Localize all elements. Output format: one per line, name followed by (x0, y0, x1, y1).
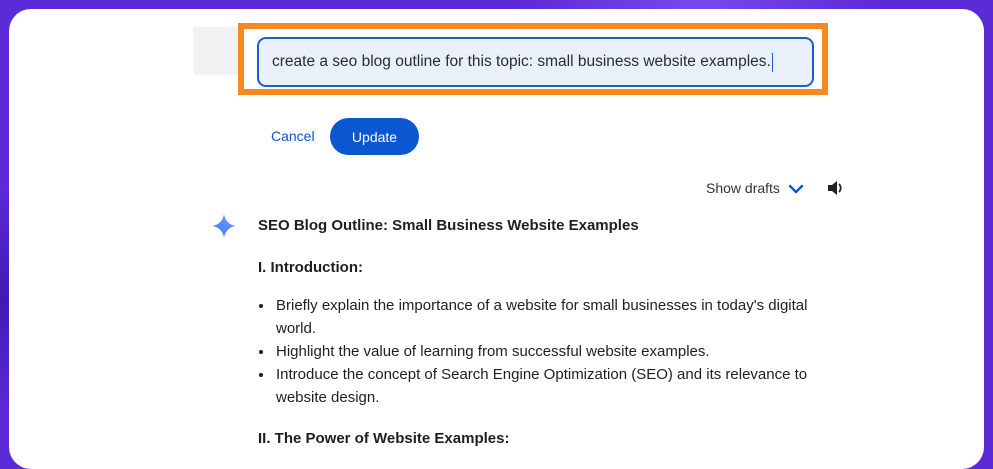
response-title: SEO Blog Outline: Small Business Website… (258, 217, 639, 234)
prompt-edit-field[interactable]: create a seo blog outline for this topic… (257, 37, 814, 87)
update-button[interactable]: Update (330, 118, 419, 155)
show-drafts-button[interactable]: Show drafts (706, 180, 780, 196)
sparkle-icon (212, 214, 236, 238)
text-caret (771, 52, 773, 72)
list-item: Briefly explain the importance of a webs… (274, 294, 834, 340)
list-item: Introduce the concept of Search Engine O… (274, 363, 834, 409)
cancel-button[interactable]: Cancel (271, 128, 315, 144)
chevron-down-icon[interactable] (788, 183, 804, 195)
list-item: Highlight the value of learning from suc… (274, 340, 834, 363)
prompt-edit-text[interactable]: create a seo blog outline for this topic… (272, 53, 771, 71)
speaker-icon[interactable] (826, 179, 846, 197)
section-heading: II. The Power of Website Examples: (258, 430, 510, 447)
section-heading: I. Introduction: (258, 259, 363, 276)
bullet-list: Briefly explain the importance of a webs… (258, 294, 834, 409)
user-avatar-placeholder (193, 27, 241, 75)
